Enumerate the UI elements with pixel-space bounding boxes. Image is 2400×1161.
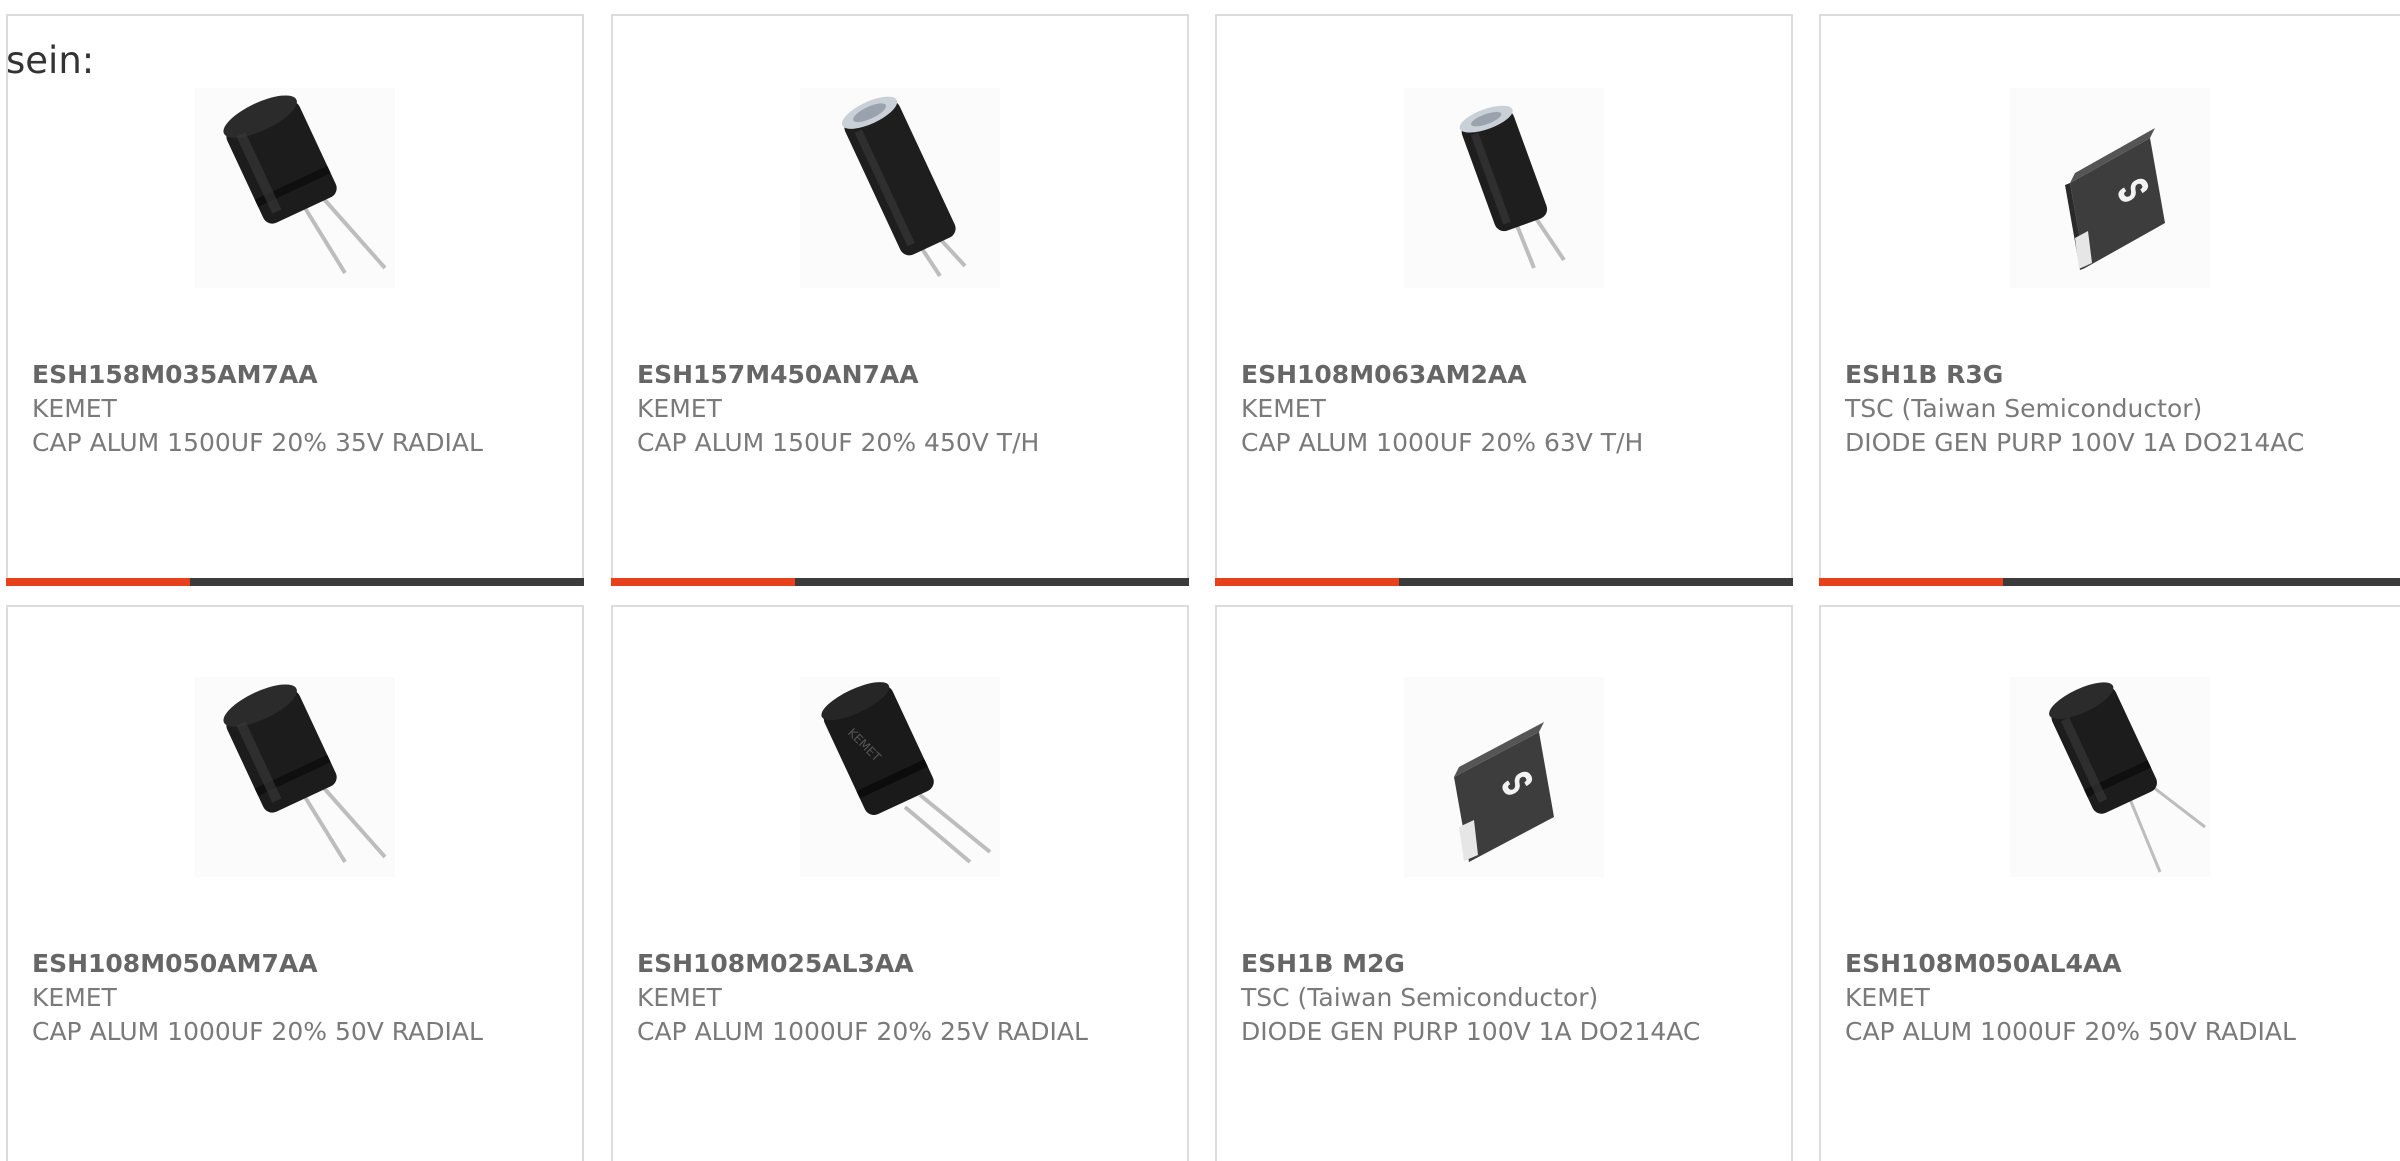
intro-text: sein: (6, 39, 95, 82)
manufacturer-name: KEMET (637, 983, 722, 1012)
card-bottom-bar (611, 578, 1189, 586)
manufacturer-name: KEMET (32, 394, 117, 423)
manufacturer-name: TSC (Taiwan Semiconductor) (1241, 983, 1599, 1012)
radial-capacitor-icon (195, 677, 395, 877)
part-number-link[interactable]: ESH1B M2G (1241, 947, 1771, 981)
product-card[interactable]: ESH108M063AM2AA KEMET CAP ALUM 1000UF 20… (1215, 14, 1793, 586)
kemet-capacitor-icon: KEMET (800, 677, 1000, 877)
product-card[interactable]: ESH108M050AM7AA KEMET CAP ALUM 1000UF 20… (6, 605, 584, 1161)
card-bottom-bar (6, 578, 584, 586)
card-bar-accent (6, 578, 190, 586)
card-bottom-bar (1819, 578, 2400, 586)
product-card[interactable]: ESH157M450AN7AA KEMET CAP ALUM 150UF 20%… (611, 14, 1189, 586)
product-card[interactable]: ᔕ ESH1B R3G TSC (Taiwan Semiconductor) D… (1819, 14, 2400, 586)
smd-diode-icon: ᔕ (2010, 88, 2210, 288)
product-info: ESH108M025AL3AA KEMET CAP ALUM 1000UF 20… (637, 947, 1167, 1049)
product-image (195, 677, 395, 877)
product-card[interactable]: ESH158M035AM7AA KEMET CAP ALUM 1500UF 20… (6, 14, 584, 586)
product-card[interactable]: ESH108M050AL4AA KEMET CAP ALUM 1000UF 20… (1819, 605, 2400, 1161)
product-grid: ESH158M035AM7AA KEMET CAP ALUM 1500UF 20… (0, 0, 2400, 1161)
radial-capacitor-icon (2010, 677, 2210, 877)
product-info: ESH108M050AM7AA KEMET CAP ALUM 1000UF 20… (32, 947, 562, 1049)
product-info: ESH157M450AN7AA KEMET CAP ALUM 150UF 20%… (637, 358, 1167, 460)
card-bar-accent (1215, 578, 1399, 586)
product-info: ESH1B R3G TSC (Taiwan Semiconductor) DIO… (1845, 358, 2387, 460)
part-number-link[interactable]: ESH157M450AN7AA (637, 358, 1167, 392)
part-number-link[interactable]: ESH108M025AL3AA (637, 947, 1167, 981)
smd-diode-icon: ᔕ (1404, 677, 1604, 877)
product-image (2010, 677, 2210, 877)
product-image (1404, 88, 1604, 288)
radial-capacitor-icon (195, 88, 395, 288)
card-bar-accent (1819, 578, 2003, 586)
product-image: KEMET (800, 677, 1000, 877)
product-description: DIODE GEN PURP 100V 1A DO214AC (1845, 428, 2305, 457)
part-number-link[interactable]: ESH108M050AM7AA (32, 947, 562, 981)
product-description: CAP ALUM 1000UF 20% 25V RADIAL (637, 1017, 1088, 1046)
product-description: CAP ALUM 150UF 20% 450V T/H (637, 428, 1040, 457)
part-number-link[interactable]: ESH108M050AL4AA (1845, 947, 2387, 981)
product-description: CAP ALUM 1500UF 20% 35V RADIAL (32, 428, 483, 457)
part-number-link[interactable]: ESH158M035AM7AA (32, 358, 562, 392)
product-image (195, 88, 395, 288)
product-description: CAP ALUM 1000UF 20% 63V T/H (1241, 428, 1644, 457)
product-grid-page: sein: ESH158M035AM7AA KEMET CAP ALUM 150… (0, 0, 2400, 1161)
part-number-link[interactable]: ESH108M063AM2AA (1241, 358, 1771, 392)
manufacturer-name: KEMET (32, 983, 117, 1012)
tall-capacitor-icon (800, 88, 1000, 288)
product-info: ESH108M063AM2AA KEMET CAP ALUM 1000UF 20… (1241, 358, 1771, 460)
product-info: ESH158M035AM7AA KEMET CAP ALUM 1500UF 20… (32, 358, 562, 460)
product-info: ESH1B M2G TSC (Taiwan Semiconductor) DIO… (1241, 947, 1771, 1049)
manufacturer-name: KEMET (1845, 983, 1930, 1012)
product-image: ᔕ (1404, 677, 1604, 877)
product-description: CAP ALUM 1000UF 20% 50V RADIAL (1845, 1017, 2296, 1046)
manufacturer-name: KEMET (1241, 394, 1326, 423)
product-card[interactable]: KEMET ESH108M025AL3AA KEMET CAP ALUM 100… (611, 605, 1189, 1161)
product-info: ESH108M050AL4AA KEMET CAP ALUM 1000UF 20… (1845, 947, 2387, 1049)
product-description: CAP ALUM 1000UF 20% 50V RADIAL (32, 1017, 483, 1046)
product-card[interactable]: ᔕ ESH1B M2G TSC (Taiwan Semiconductor) D… (1215, 605, 1793, 1161)
manufacturer-name: KEMET (637, 394, 722, 423)
manufacturer-name: TSC (Taiwan Semiconductor) (1845, 394, 2203, 423)
product-image (800, 88, 1000, 288)
card-bar-accent (611, 578, 795, 586)
card-bottom-bar (1215, 578, 1793, 586)
product-image: ᔕ (2010, 88, 2210, 288)
product-description: DIODE GEN PURP 100V 1A DO214AC (1241, 1017, 1701, 1046)
part-number-link[interactable]: ESH1B R3G (1845, 358, 2387, 392)
tall-capacitor-icon (1404, 88, 1604, 288)
